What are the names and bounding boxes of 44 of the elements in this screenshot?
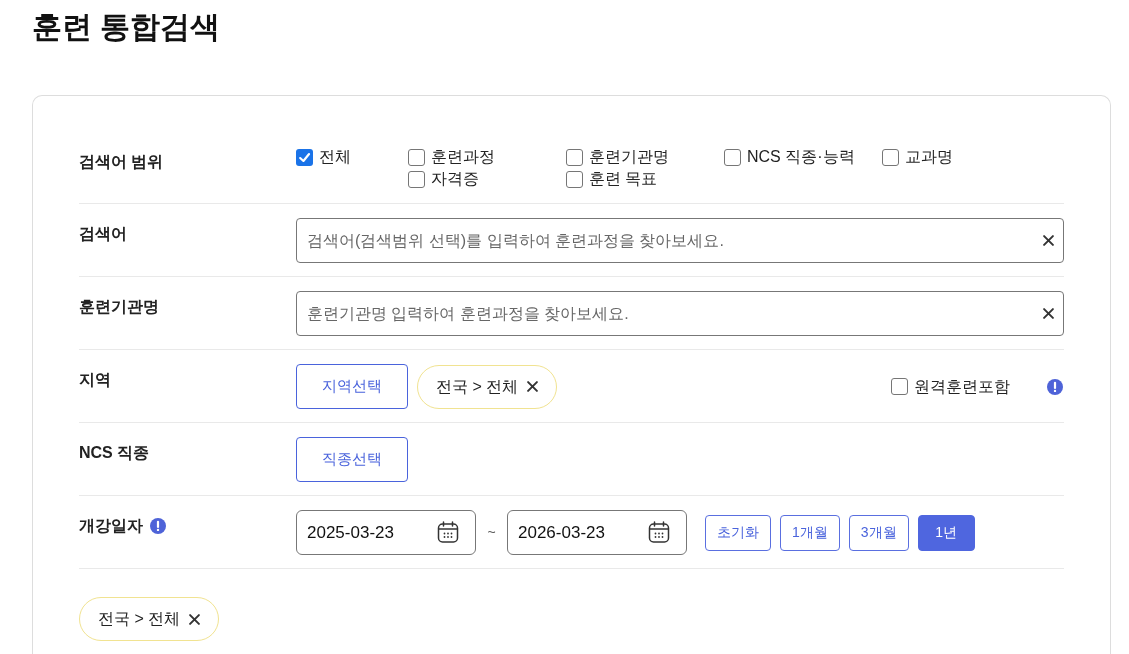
calendar-icon[interactable] xyxy=(647,520,671,544)
period-button[interactable]: 1년 xyxy=(917,514,975,551)
field-label: NCS 직종 xyxy=(79,443,150,463)
field-label: 훈련기관명 xyxy=(79,297,159,317)
field-label: 검색어 범위 xyxy=(79,152,164,172)
date-field[interactable]: 2025-03-23 xyxy=(296,510,476,555)
period-button[interactable]: 1개월 xyxy=(780,514,840,551)
checkbox[interactable] xyxy=(882,148,899,166)
field-label: 검색어 xyxy=(79,224,127,244)
date-field[interactable]: 2026-03-23 xyxy=(507,510,687,555)
period-button[interactable]: 3개월 xyxy=(848,514,909,551)
search-input[interactable]: 검색어(검색범위 선택)를 입력하여 훈련과정을 찾아보세요. xyxy=(296,218,1064,263)
chip-text: 전국 > 전체 xyxy=(98,609,181,629)
clear-icon[interactable] xyxy=(1043,308,1054,319)
info-icon xyxy=(150,518,166,534)
calendar-icon[interactable] xyxy=(436,520,460,544)
checkbox-label: 전체 xyxy=(319,147,351,167)
field-label: 지역 xyxy=(79,370,111,390)
checkbox-label: 원격훈련포함 xyxy=(914,376,1010,397)
period-button[interactable]: 초기화 xyxy=(705,514,771,551)
checkbox[interactable] xyxy=(724,148,741,166)
checkbox-label: 훈련과정 xyxy=(431,147,495,167)
remove-icon[interactable] xyxy=(189,613,201,625)
info-icon xyxy=(1047,378,1063,395)
checkbox-label: 훈련기관명 xyxy=(589,147,669,167)
chip-text: 전국 > 전체 xyxy=(436,376,519,397)
range-separator: ~ xyxy=(486,523,497,542)
search-input[interactable]: 훈련기관명 입력하여 훈련과정을 찾아보세요. xyxy=(296,291,1064,336)
remove-icon[interactable] xyxy=(527,381,539,392)
clear-icon[interactable] xyxy=(1043,235,1054,246)
checkbox-label: NCS 직종·능력 xyxy=(747,147,855,167)
checkbox[interactable] xyxy=(408,148,425,166)
checkbox-label: 훈련 목표 xyxy=(589,169,658,189)
checkbox[interactable] xyxy=(891,378,908,395)
select-button[interactable]: 직종선택 xyxy=(296,437,408,482)
field-label: 개강일자 xyxy=(79,516,143,536)
checkbox[interactable] xyxy=(566,148,583,166)
select-button[interactable]: 지역선택 xyxy=(296,364,408,409)
checkbox[interactable] xyxy=(296,148,313,166)
checkbox-label: 자격증 xyxy=(431,169,479,189)
checkbox[interactable] xyxy=(566,170,583,188)
checkbox[interactable] xyxy=(408,170,425,188)
checkbox-label: 교과명 xyxy=(905,147,953,167)
page-title: 훈련 통합검색 xyxy=(32,9,221,45)
